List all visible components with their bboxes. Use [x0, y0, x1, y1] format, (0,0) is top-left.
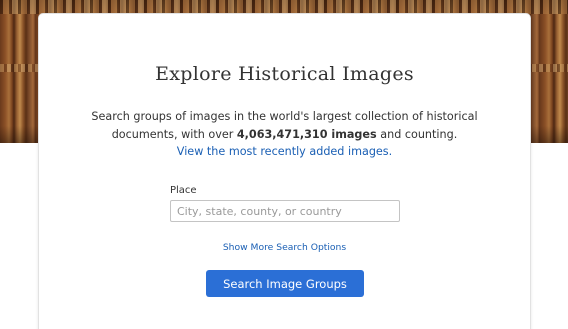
show-more-search-options-link[interactable]: Show More Search Options [39, 242, 530, 253]
place-input[interactable] [170, 200, 400, 222]
search-image-groups-button[interactable]: Search Image Groups [206, 270, 364, 297]
recent-images-link[interactable]: View the most recently added images. [39, 145, 530, 158]
page: Explore Historical Images Search groups … [0, 0, 568, 329]
place-label: Place [170, 185, 197, 196]
search-card: Explore Historical Images Search groups … [39, 14, 530, 329]
description: Search groups of images in the world's l… [59, 108, 510, 144]
image-count: 4,063,471,310 images [236, 128, 377, 141]
description-text-end: and counting. [376, 128, 458, 141]
page-title: Explore Historical Images [155, 63, 414, 85]
